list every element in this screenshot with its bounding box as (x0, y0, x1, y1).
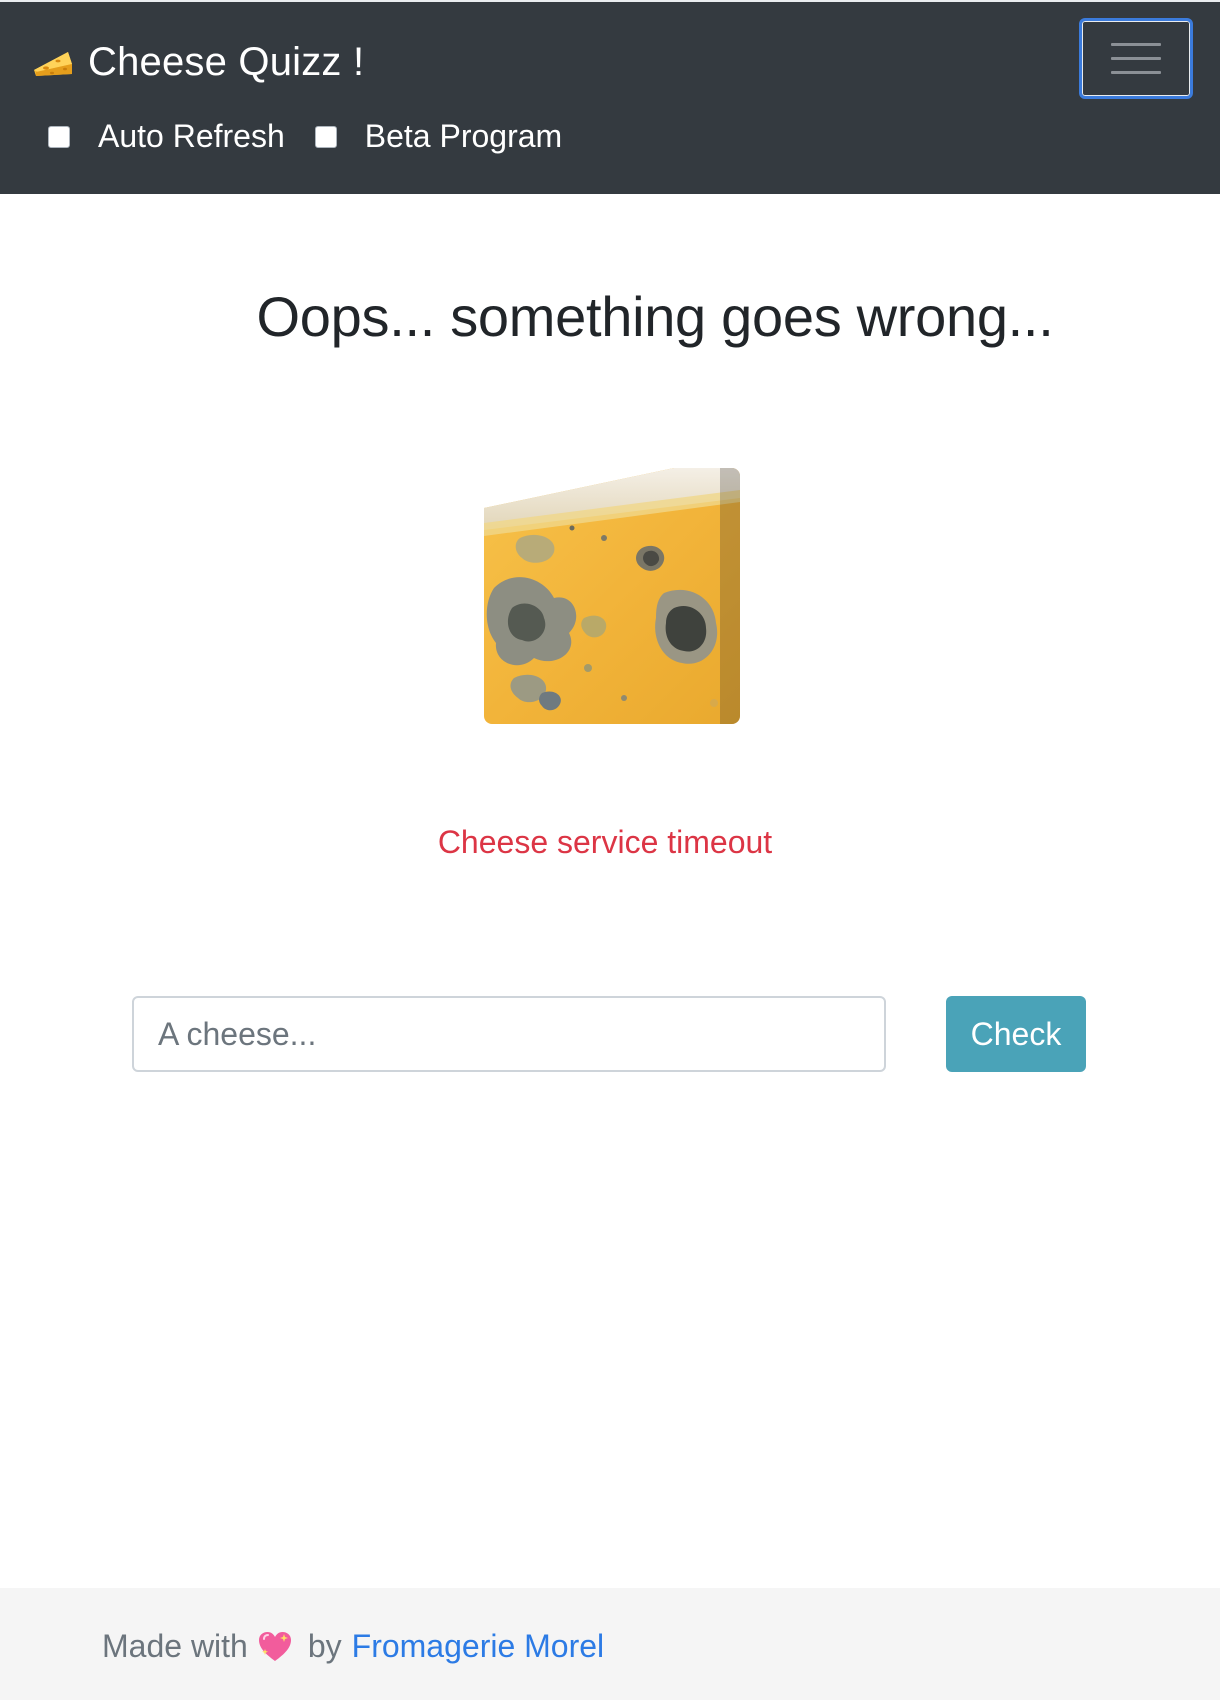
auto-refresh-checkbox[interactable] (48, 125, 70, 148)
cheese-input[interactable] (132, 996, 886, 1072)
fromagerie-morel-link[interactable]: Fromagerie Morel (352, 1628, 605, 1665)
footer-made-with: Made with (102, 1628, 248, 1664)
brand-label: Cheese Quizz ! (88, 39, 365, 84)
page-title: Oops... something goes wrong... (256, 285, 1054, 348)
hamburger-menu-icon (1111, 57, 1161, 60)
brand[interactable]: Cheese Quizz ! (32, 36, 364, 88)
beta-program-checkbox[interactable] (314, 125, 337, 148)
check-button[interactable]: Check (946, 996, 1086, 1072)
hamburger-menu-icon (1111, 43, 1161, 46)
footer: Made with by Fromagerie Morel (0, 1588, 1220, 1700)
navbar-toggler-button[interactable] (1079, 18, 1193, 99)
footer-by: by (307, 1628, 342, 1664)
auto-refresh-option[interactable]: Auto Refresh (48, 118, 285, 155)
cheese-icon (32, 45, 74, 79)
beta-program-option[interactable]: Beta Program (314, 118, 563, 155)
footer-text: Made with by Fromagerie Morel (102, 1628, 604, 1665)
beta-program-label: Beta Program (364, 118, 563, 154)
hamburger-menu-icon (1111, 71, 1161, 74)
navbar-options: Auto Refresh Beta Program (48, 118, 592, 155)
navbar: Cheese Quizz ! Auto Refresh Beta Program (0, 0, 1220, 194)
moldy-cheese-image (484, 468, 740, 724)
error-message: Cheese service timeout (437, 824, 773, 860)
auto-refresh-label: Auto Refresh (98, 118, 285, 154)
sparkling-heart-icon (258, 1631, 292, 1663)
